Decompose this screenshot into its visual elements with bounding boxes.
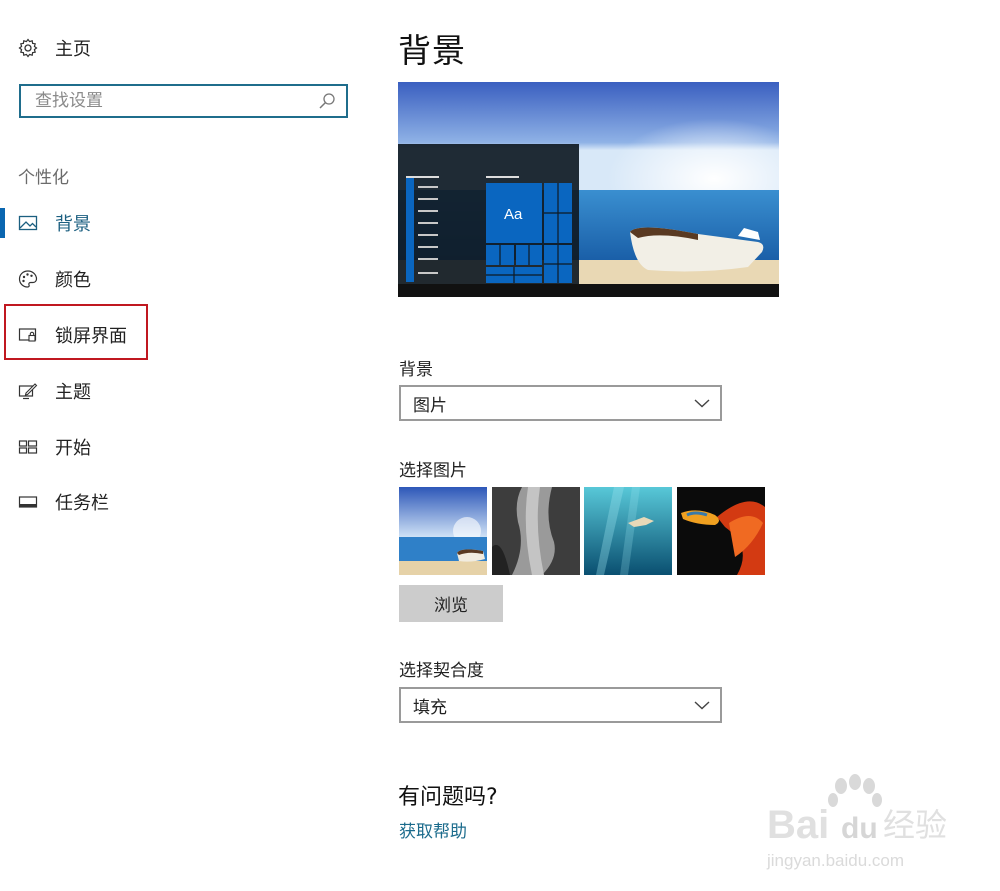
preview-illustration: Aa xyxy=(398,82,779,297)
theme-icon xyxy=(18,383,38,400)
home-label: 主页 xyxy=(55,39,91,60)
thumbnail-underwater[interactable] xyxy=(584,487,672,575)
fish-image xyxy=(677,487,765,575)
background-preview: Aa xyxy=(398,82,779,297)
watermark-brand2: du xyxy=(841,812,878,845)
chevron-down-icon xyxy=(694,701,710,710)
sidebar-item-start[interactable]: 开始 xyxy=(0,427,300,467)
search-box[interactable] xyxy=(19,84,348,118)
start-icon xyxy=(18,440,38,454)
search-icon[interactable] xyxy=(318,92,336,110)
background-type-label: 背景 xyxy=(399,360,433,380)
thumbnail-beach[interactable] xyxy=(399,487,487,575)
sidebar-item-label: 背景 xyxy=(55,214,91,235)
underwater-image xyxy=(584,487,672,575)
choose-picture-label: 选择图片 xyxy=(399,461,467,481)
baidu-watermark: Bai du 经验 jingyan.baidu.com xyxy=(765,772,985,882)
sidebar-item-colors[interactable]: 颜色 xyxy=(0,259,300,299)
get-help-link[interactable]: 获取帮助 xyxy=(399,817,467,842)
thumbnail-rock[interactable] xyxy=(492,487,580,575)
watermark-brand-cn: 经验 xyxy=(883,806,947,844)
sidebar-item-label: 颜色 xyxy=(55,270,91,291)
watermark-brand: Bai xyxy=(767,803,829,847)
preview-tile-label: Aa xyxy=(504,206,523,223)
dropdown-value: 图片 xyxy=(413,395,447,416)
page-title: 背景 xyxy=(398,31,466,70)
sidebar-item-themes[interactable]: 主题 xyxy=(0,371,300,411)
browse-button[interactable]: 浏览 xyxy=(399,585,503,622)
watermark-url: jingyan.baidu.com xyxy=(766,851,904,870)
sidebar-item-taskbar[interactable]: 任务栏 xyxy=(0,482,300,522)
sidebar-home[interactable]: 主页 xyxy=(18,34,91,62)
section-label-personalization: 个性化 xyxy=(18,168,69,188)
chevron-down-icon xyxy=(694,399,710,408)
palette-icon xyxy=(18,270,38,288)
fit-label: 选择契合度 xyxy=(399,661,484,681)
baidu-logo: Bai du 经验 jingyan.baidu.com xyxy=(766,774,947,870)
fit-dropdown[interactable]: 填充 xyxy=(399,687,722,723)
thumbnail-fish[interactable] xyxy=(677,487,765,575)
taskbar-icon xyxy=(18,496,38,508)
help-title: 有问题吗? xyxy=(398,785,498,810)
search-input[interactable] xyxy=(33,86,318,116)
sidebar-item-label: 开始 xyxy=(55,438,91,459)
dropdown-value: 填充 xyxy=(413,697,447,718)
highlight-annotation xyxy=(4,304,148,360)
gear-icon xyxy=(18,38,38,58)
background-type-dropdown[interactable]: 图片 xyxy=(399,385,722,421)
beach-image xyxy=(399,487,487,575)
picture-icon xyxy=(18,215,38,231)
sidebar-item-label: 主题 xyxy=(55,382,91,403)
rock-image xyxy=(492,487,580,575)
sidebar-item-background[interactable]: 背景 xyxy=(0,203,300,243)
sidebar-item-label: 任务栏 xyxy=(55,493,109,514)
